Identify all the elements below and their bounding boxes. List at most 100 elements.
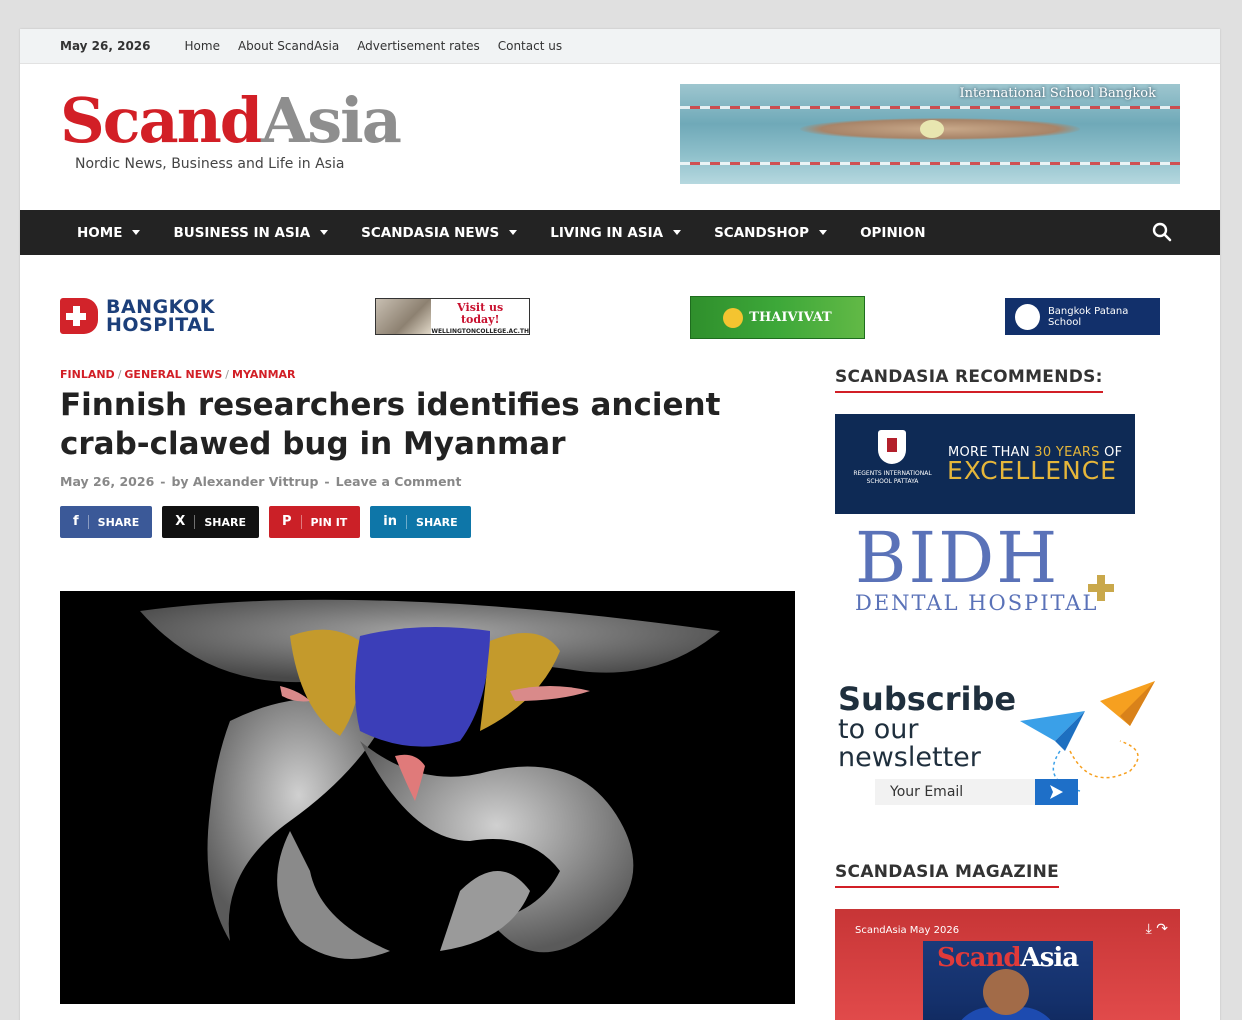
chevron-down-icon xyxy=(320,230,329,235)
sponsor-bangkok-patana[interactable]: Bangkok Patana School xyxy=(1005,298,1160,335)
swim-cap xyxy=(920,120,944,138)
sponsor-bangkok-hospital[interactable]: BANGKOK HOSPITAL xyxy=(60,298,216,336)
sponsor-line: HOSPITAL xyxy=(106,314,216,336)
sponsor-line: today! xyxy=(460,313,500,326)
nav-item-opinion[interactable]: OPINION xyxy=(860,225,926,241)
category-link-finland[interactable]: FINLAND xyxy=(60,368,115,381)
category-link-general-news[interactable]: GENERAL NEWS xyxy=(124,368,222,381)
top-link-about[interactable]: About ScandAsia xyxy=(238,39,339,53)
category-separator: / xyxy=(225,368,229,381)
share-label: SHARE xyxy=(416,515,458,529)
article-title: Finnish researchers identifies ancient c… xyxy=(60,387,721,462)
current-date: May 26, 2026 xyxy=(60,39,151,53)
share-x-button[interactable]: X SHARE xyxy=(162,506,259,538)
magazine-embed[interactable]: ScandAsia May 2026 ⤓ ↷ ScandAsia xyxy=(835,909,1180,1020)
article-author[interactable]: by Alexander Vittrup xyxy=(171,474,318,489)
logo-part-scand: Scand xyxy=(60,84,263,157)
header-ad-banner[interactable]: International School Bangkok xyxy=(680,84,1180,184)
magazine-cover[interactable]: ScandAsia xyxy=(923,941,1093,1020)
school-crest-icon xyxy=(1015,303,1040,330)
share-linkedin-button[interactable]: in SHARE xyxy=(370,506,471,538)
bidh-logo-text: BIDH xyxy=(855,517,1060,599)
chevron-down-icon xyxy=(819,230,828,235)
meta-separator: - xyxy=(160,474,166,489)
sponsor-wellington[interactable]: Visit us today! WELLINGTONCOLLEGE.AC.TH xyxy=(375,298,530,335)
site-tagline: Nordic News, Business and Life in Asia xyxy=(75,156,345,172)
share-label: PIN IT xyxy=(310,515,348,529)
share-buttons: f SHARE X SHARE P PIN IT in SHARE xyxy=(60,506,481,538)
nav-label: BUSINESS IN ASIA xyxy=(173,224,311,241)
school-shield-icon xyxy=(878,430,906,464)
meta-separator: - xyxy=(324,474,330,489)
share-pinterest-button[interactable]: P PIN IT xyxy=(268,506,361,538)
newsletter-line-1: Subscribe xyxy=(838,680,1017,718)
share-label: SHARE xyxy=(97,515,140,529)
thaivivat-logo-icon xyxy=(723,307,744,328)
nav-item-home[interactable]: HOME xyxy=(77,225,141,241)
share-arrow-icon[interactable]: ↷ xyxy=(1156,921,1168,937)
sidebar-heading-recommends: SCANDASIA RECOMMENDS: xyxy=(835,367,1103,393)
site-logo[interactable]: ScandAsia xyxy=(60,84,402,157)
arrow-right-icon xyxy=(1050,785,1063,799)
facebook-icon: f xyxy=(73,515,89,529)
regents-school-name: REGENTS INTERNATIONAL SCHOOL PATTAYA xyxy=(853,470,932,485)
pool-lane-line xyxy=(680,106,1180,109)
leave-comment-link[interactable]: Leave a Comment xyxy=(336,474,462,489)
plus-icon xyxy=(1088,575,1114,601)
sponsor-bangkok-hospital-text: BANGKOK HOSPITAL xyxy=(106,298,216,336)
share-facebook-button[interactable]: f SHARE xyxy=(60,506,153,538)
article-featured-image xyxy=(60,591,795,1004)
crab-claw-fossil-image xyxy=(140,599,720,959)
pool-lane-line xyxy=(680,162,1180,165)
pinterest-icon: P xyxy=(282,515,302,529)
top-bar: May 26, 2026 Home About ScandAsia Advert… xyxy=(20,29,1220,64)
nav-label: SCANDASIA NEWS xyxy=(361,224,500,241)
sponsor-row: BANGKOK HOSPITAL Visit us today! WELLING… xyxy=(20,296,1220,341)
sponsor-thaivivat-name: THAIVIVAT xyxy=(749,310,832,325)
site-header: ScandAsia Nordic News, Business and Life… xyxy=(20,64,1220,210)
page: May 26, 2026 Home About ScandAsia Advert… xyxy=(20,29,1220,1020)
logo-part-asia: Asia xyxy=(261,84,402,157)
magazine-title: ScandAsia May 2026 xyxy=(855,925,960,936)
magazine-actions: ⤓ ↷ xyxy=(1146,921,1168,937)
nav-item-scandshop[interactable]: SCANDSHOP xyxy=(714,224,828,241)
chevron-down-icon xyxy=(132,230,141,235)
sponsor-url: WELLINGTONCOLLEGE.AC.TH xyxy=(431,328,529,335)
nav-item-business-in-asia[interactable]: BUSINESS IN ASIA xyxy=(173,224,329,241)
regents-excellence: EXCELLENCE xyxy=(947,456,1117,485)
nav-item-scandasia-news[interactable]: SCANDASIA NEWS xyxy=(361,224,518,241)
top-link-home[interactable]: Home xyxy=(185,39,220,53)
x-icon: X xyxy=(175,515,196,529)
linkedin-icon: in xyxy=(383,515,408,529)
ad-bidh-dental[interactable]: BIDH DENTAL HOSPITAL xyxy=(855,519,1125,629)
article-categories: FINLAND / GENERAL NEWS / MYANMAR xyxy=(60,368,296,381)
newsletter-subscribe-ad[interactable]: Subscribe to our newsletter Your Email xyxy=(835,681,1155,806)
top-link-advertisement-rates[interactable]: Advertisement rates xyxy=(357,39,480,53)
chevron-down-icon xyxy=(673,230,682,235)
sidebar-heading-magazine: SCANDASIA MAGAZINE xyxy=(835,862,1060,888)
article-meta: May 26, 2026- by Alexander Vittrup - Leave … xyxy=(60,474,461,489)
article-date[interactable]: May 26, 2026 xyxy=(60,474,154,489)
sponsor-thaivivat[interactable]: THAIVIVAT xyxy=(690,296,865,339)
newsletter-line-3: newsletter xyxy=(838,742,981,773)
nav-item-living-in-asia[interactable]: LIVING IN ASIA xyxy=(550,224,682,241)
sponsor-wellington-text: Visit us today! WELLINGTONCOLLEGE.AC.TH xyxy=(431,299,529,336)
nav-label: OPINION xyxy=(860,224,926,241)
top-link-contact[interactable]: Contact us xyxy=(498,39,562,53)
sponsor-patana-name: Bangkok Patana School xyxy=(1047,305,1129,328)
category-link-myanmar[interactable]: MYANMAR xyxy=(232,368,296,381)
bidh-subtitle: DENTAL HOSPITAL xyxy=(855,591,1099,615)
ad-regents-school[interactable]: REGENTS INTERNATIONAL SCHOOL PATTAYA MOR… xyxy=(835,414,1135,514)
chevron-down-icon xyxy=(509,230,518,235)
category-separator: / xyxy=(117,368,122,381)
main-nav: HOME BUSINESS IN ASIA SCANDASIA NEWS LIV… xyxy=(20,210,1220,255)
nav-label: SCANDSHOP xyxy=(714,224,810,241)
search-icon[interactable] xyxy=(1152,222,1172,242)
sponsor-photo xyxy=(376,299,432,334)
download-icon[interactable]: ⤓ xyxy=(1146,921,1152,937)
newsletter-line-2: to our xyxy=(838,714,919,745)
nav-label: LIVING IN ASIA xyxy=(550,224,664,241)
share-label: SHARE xyxy=(204,515,246,529)
newsletter-submit-button[interactable] xyxy=(1035,779,1078,805)
hospital-cross-icon xyxy=(60,298,98,334)
